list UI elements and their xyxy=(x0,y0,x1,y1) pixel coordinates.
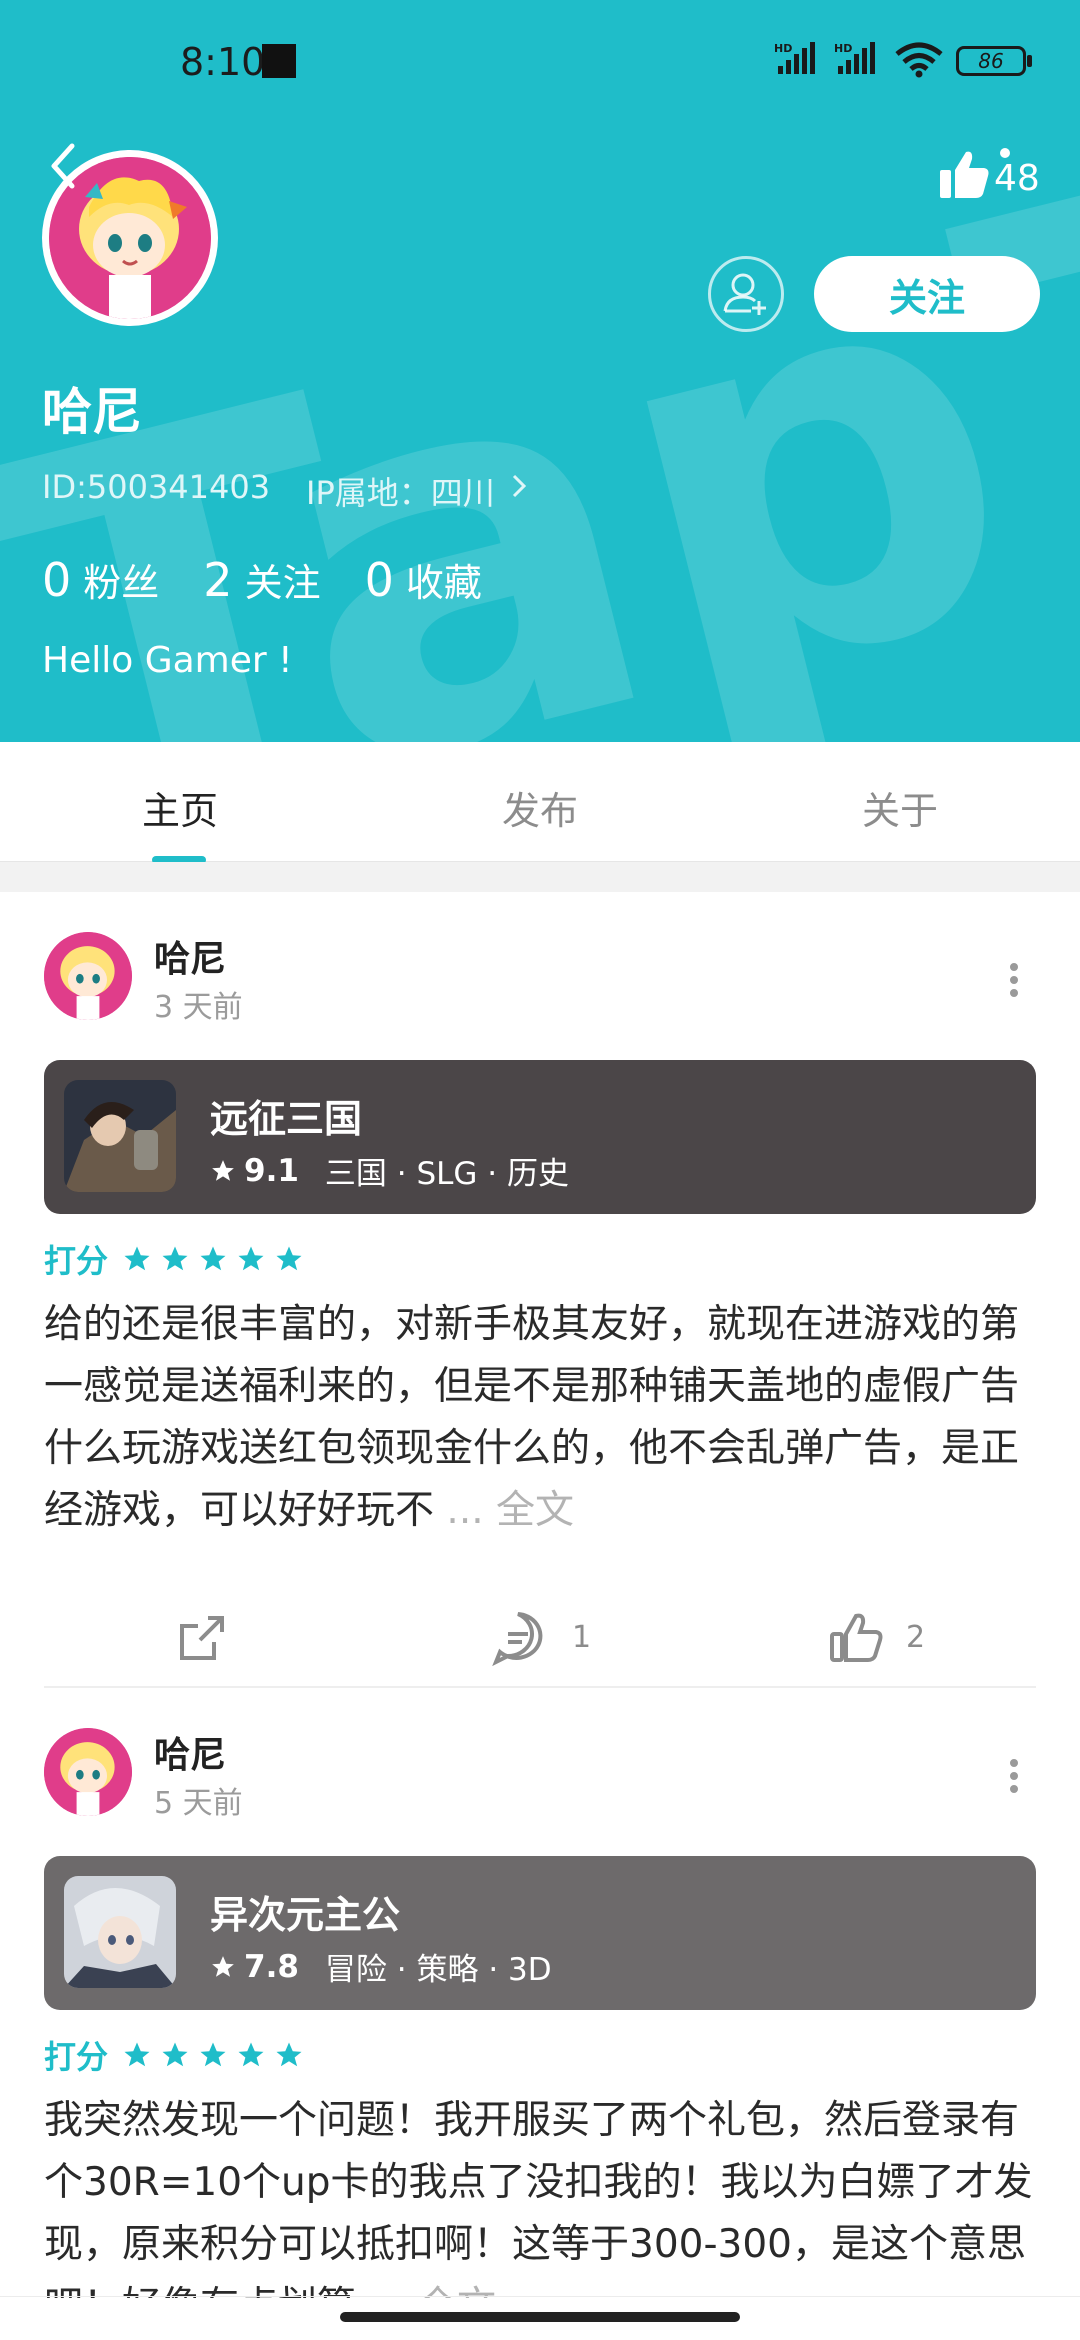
tab-about[interactable]: 关于 xyxy=(862,780,938,835)
game-card[interactable]: 异次元主公 7.8 冒险 · 策略 · 3D xyxy=(44,1856,1036,2010)
signal-icon: HD xyxy=(774,42,815,74)
star-icon xyxy=(200,2042,226,2067)
post-body[interactable]: 我突然发现一个问题！我开服买了两个礼包，然后登录有个30R=10个up卡的我点了… xyxy=(44,2090,1040,2298)
stat-fans-label: 粉丝 xyxy=(83,561,160,605)
home-indicator[interactable] xyxy=(340,2312,740,2322)
star-icon xyxy=(162,2042,188,2067)
stat-following-label: 关注 xyxy=(244,561,321,605)
like-count-post: 2 xyxy=(906,1620,926,1655)
game-art-icon xyxy=(64,1876,176,1988)
thumbs-up-icon[interactable] xyxy=(936,146,992,202)
star-icon xyxy=(212,1159,234,1181)
add-friend-button[interactable] xyxy=(708,256,784,332)
comment-count: 1 xyxy=(572,1620,592,1655)
post-card[interactable]: 哈尼 5 天前 异次元主公 7.8 冒险 · 策略 · 3D 打分 我突然发现一… xyxy=(0,1688,1080,2298)
game-score: 7.8 xyxy=(244,1948,299,1985)
star-icon xyxy=(162,1246,188,1271)
star-icon xyxy=(124,1246,150,1271)
wifi-icon xyxy=(895,42,943,78)
stat-favorites[interactable]: 0 收藏 xyxy=(365,552,482,607)
post-body-text: 我突然发现一个问题！我开服买了两个礼包，然后登录有个30R=10个up卡的我点了… xyxy=(44,2098,1033,2298)
game-meta: 7.8 冒险 · 策略 · 3D xyxy=(210,1944,552,1989)
game-tags: 三国 · SLG · 历史 xyxy=(324,1156,570,1192)
nav-bar-divider xyxy=(0,2296,1080,2297)
rating-label: 打分 xyxy=(44,1242,109,1280)
star-icon xyxy=(212,1955,234,1977)
back-arrow-icon[interactable] xyxy=(42,138,86,194)
notification-dot xyxy=(1000,148,1010,158)
star-icon xyxy=(238,1246,264,1271)
post-time: 5 天前 xyxy=(154,1786,243,1821)
status-notification-icon xyxy=(262,44,296,78)
battery-tip xyxy=(1027,55,1032,67)
post-more-icon[interactable] xyxy=(1010,1754,1020,1798)
status-time: 8:10 xyxy=(180,40,266,84)
post-card[interactable]: 哈尼 3 天前 远征三国 9.1 三国 · SLG · 历史 打分 给的还是很丰… xyxy=(0,892,1080,1692)
follow-button[interactable]: 关注 xyxy=(814,256,1040,332)
star-icon xyxy=(200,1246,226,1271)
battery-icon: 86 xyxy=(956,46,1026,76)
game-art-icon xyxy=(64,1080,176,1192)
game-meta: 9.1 三国 · SLG · 历史 xyxy=(210,1148,569,1193)
rating-label: 打分 xyxy=(44,2038,109,2076)
star-icon xyxy=(238,2042,264,2067)
stat-favorites-label: 收藏 xyxy=(405,561,482,605)
profile-page: TapTap 8:10 HD HD 86 48 关注 哈尼 ID:5003414… xyxy=(0,0,1080,2340)
thumbs-up-icon[interactable] xyxy=(826,1608,886,1668)
section-divider xyxy=(0,862,1080,892)
game-icon xyxy=(64,1876,176,1988)
chevron-right-icon[interactable] xyxy=(508,472,530,500)
svg-text:HD: HD xyxy=(834,42,852,55)
add-friend-icon xyxy=(723,273,766,315)
signal-icon-2: HD xyxy=(834,42,875,74)
game-score: 9.1 xyxy=(244,1152,299,1189)
stat-fans[interactable]: 0 粉丝 xyxy=(42,552,159,607)
post-actions: 1 2 xyxy=(0,1608,1080,1688)
post-body[interactable]: 给的还是很丰富的，对新手极其友好，就现在进游戏的第一感觉是送福利来的，但是不是那… xyxy=(44,1294,1040,1542)
post-author-name[interactable]: 哈尼 xyxy=(154,930,226,982)
user-id: ID:500341403 xyxy=(42,468,271,506)
game-title: 远征三国 xyxy=(210,1097,363,1141)
share-icon[interactable] xyxy=(172,1608,232,1668)
stat-following[interactable]: 2 关注 xyxy=(203,552,320,607)
profile-bio: Hello Gamer ! xyxy=(42,640,293,681)
tab-home[interactable]: 主页 xyxy=(142,780,218,835)
read-more-link[interactable]: ... 全文 xyxy=(446,1488,574,1533)
stat-fans-count: 0 xyxy=(42,553,72,607)
game-tags: 冒险 · 策略 · 3D xyxy=(324,1952,552,1988)
star-icon xyxy=(276,2042,302,2067)
post-time: 3 天前 xyxy=(154,990,243,1025)
comment-icon[interactable] xyxy=(488,1608,548,1668)
post-author-avatar[interactable] xyxy=(44,932,132,1020)
game-title: 异次元主公 xyxy=(210,1893,401,1937)
star-icon xyxy=(124,2042,150,2067)
post-author-name[interactable]: 哈尼 xyxy=(154,1726,226,1778)
profile-tabs: 主页 发布 关于 xyxy=(0,742,1080,864)
post-more-icon[interactable] xyxy=(1010,958,1020,1002)
avatar-character-icon xyxy=(44,1728,132,1816)
profile-stats: 0 粉丝 2 关注 0 收藏 xyxy=(42,552,482,607)
star-icon xyxy=(276,1246,302,1271)
stat-following-count: 2 xyxy=(203,553,233,607)
profile-username: 哈尼 xyxy=(42,383,142,441)
status-bar: 8:10 HD HD 86 xyxy=(0,0,1080,120)
ip-location[interactable]: IP属地：四川 xyxy=(306,468,495,514)
avatar-character-icon xyxy=(44,932,132,1020)
rating-row: 打分 xyxy=(44,2032,312,2078)
game-card[interactable]: 远征三国 9.1 三国 · SLG · 历史 xyxy=(44,1060,1036,1214)
stat-favorites-count: 0 xyxy=(364,553,394,607)
svg-text:HD: HD xyxy=(774,42,792,55)
profile-header: TapTap 8:10 HD HD 86 48 关注 哈尼 ID:5003414… xyxy=(0,0,1080,742)
post-author-avatar[interactable] xyxy=(44,1728,132,1816)
rating-row: 打分 xyxy=(44,1236,312,1282)
battery-level: 86 xyxy=(978,49,1004,73)
game-icon xyxy=(64,1080,176,1192)
tab-posts[interactable]: 发布 xyxy=(502,780,578,835)
like-count: 48 xyxy=(994,158,1040,199)
